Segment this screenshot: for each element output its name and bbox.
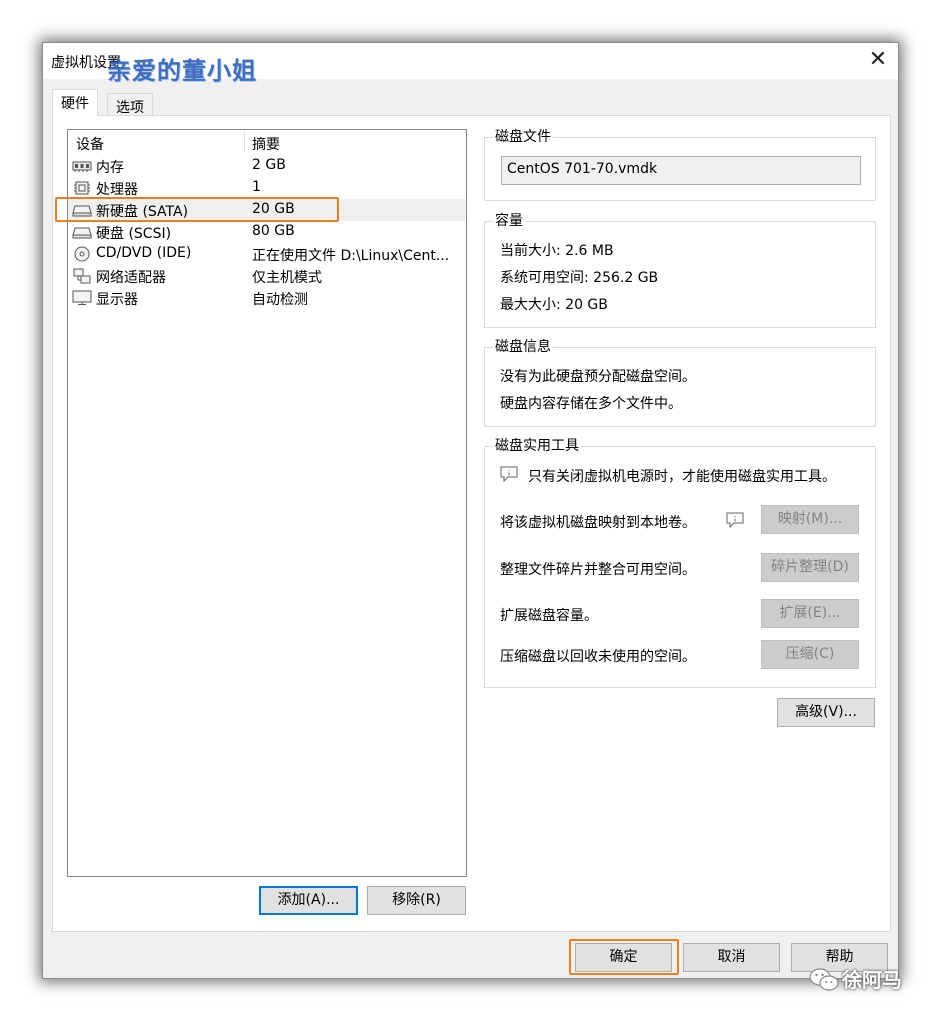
- current-size-text: 当前大小: 2.6 MB: [500, 243, 614, 259]
- map-button[interactable]: 映射(M)...: [761, 505, 859, 534]
- disk-info-line-2: 硬盘内容存储在多个文件中。: [500, 396, 682, 412]
- cancel-button[interactable]: 取消: [683, 943, 780, 972]
- advanced-button[interactable]: 高级(V)...: [777, 698, 875, 727]
- system-available-space-text: 系统可用空间: 256.2 GB: [500, 270, 659, 286]
- disk-info-group-title: 磁盘信息: [493, 339, 553, 355]
- compact-text: 压缩磁盘以回收未使用的空间。: [500, 649, 696, 665]
- close-icon[interactable]: ✕: [866, 49, 890, 73]
- vm-settings-dialog: 虚拟机设置 亲爱的董小姐 ✕ 硬件 选项 设备 摘要 内存 2 GB 处理器 1…: [42, 42, 899, 979]
- capacity-group: 容量 当前大小: 2.6 MB 系统可用空间: 256.2 GB 最大大小: 2…: [484, 213, 876, 328]
- disk-file-group: 磁盘文件 CentOS 701-70.vmdk: [484, 129, 876, 201]
- wechat-icon: [809, 968, 839, 991]
- wechat-account-label: 徐阿马: [842, 968, 902, 992]
- expand-text: 扩展磁盘容量。: [500, 608, 598, 624]
- cd-dvd-icon: [74, 246, 90, 262]
- disk-info-line-1: 没有为此硬盘预分配磁盘空间。: [500, 369, 696, 385]
- ok-button-highlight: [569, 939, 679, 975]
- device-name: 处理器: [96, 182, 138, 198]
- title-bar: 虚拟机设置 亲爱的董小姐 ✕: [43, 43, 898, 85]
- processor-icon: [74, 181, 90, 195]
- info-icon: [726, 512, 744, 528]
- device-name: 硬盘 (SCSI): [96, 226, 172, 242]
- max-size-text: 最大大小: 20 GB: [500, 297, 608, 313]
- device-summary: 1: [252, 179, 261, 195]
- device-summary: 仅主机模式: [252, 270, 322, 286]
- device-summary: 80 GB: [252, 223, 295, 239]
- disk-file-field[interactable]: CentOS 701-70.vmdk: [501, 156, 861, 185]
- disk-info-group: 磁盘信息 没有为此硬盘预分配磁盘空间。 硬盘内容存储在多个文件中。: [484, 339, 876, 427]
- expand-button[interactable]: 扩展(E)...: [761, 599, 859, 628]
- disk-utilities-group-title: 磁盘实用工具: [493, 438, 581, 454]
- device-summary: 2 GB: [252, 157, 286, 173]
- device-row-display[interactable]: 显示器 自动检测: [68, 287, 466, 309]
- memory-icon: [72, 161, 92, 172]
- device-list-header: 设备 摘要: [68, 130, 466, 154]
- column-separator[interactable]: [244, 130, 245, 152]
- column-header-device[interactable]: 设备: [76, 134, 104, 154]
- capacity-group-title: 容量: [493, 213, 525, 229]
- network-adapter-icon: [73, 268, 91, 284]
- title-watermark: 亲爱的董小姐: [107, 57, 257, 85]
- hard-disk-icon: [72, 227, 92, 239]
- remove-device-button[interactable]: 移除(R): [367, 886, 466, 915]
- defragment-text: 整理文件碎片并整合可用空间。: [500, 562, 696, 578]
- device-row-network-adapter[interactable]: 网络适配器 仅主机模式: [68, 265, 466, 287]
- defragment-button[interactable]: 碎片整理(D): [761, 553, 859, 582]
- column-header-summary[interactable]: 摘要: [252, 134, 280, 154]
- device-row-processor[interactable]: 处理器 1: [68, 177, 466, 199]
- device-row-hard-disk-scsi[interactable]: 硬盘 (SCSI) 80 GB: [68, 221, 466, 243]
- power-off-notice: 只有关闭虚拟机电源时，才能使用磁盘实用工具。: [528, 469, 836, 485]
- map-disk-text: 将该虚拟机磁盘映射到本地卷。: [500, 515, 696, 531]
- device-name: 网络适配器: [96, 270, 166, 286]
- disk-utilities-group: 磁盘实用工具 只有关闭虚拟机电源时，才能使用磁盘实用工具。 将该虚拟机磁盘映射到…: [484, 438, 876, 688]
- device-name: 显示器: [96, 292, 138, 308]
- device-row-memory[interactable]: 内存 2 GB: [68, 155, 466, 177]
- add-device-button[interactable]: 添加(A)...: [259, 886, 358, 915]
- tab-options[interactable]: 选项: [107, 93, 153, 117]
- device-name: 内存: [96, 160, 124, 176]
- device-list[interactable]: 设备 摘要 内存 2 GB 处理器 1 新硬盘 (SATA) 20 GB 硬盘 …: [67, 129, 467, 877]
- disk-file-group-title: 磁盘文件: [493, 129, 553, 145]
- tab-hardware[interactable]: 硬件: [52, 89, 98, 116]
- selected-device-highlight: [55, 197, 339, 222]
- device-summary: 正在使用文件 D:\Linux\Cent...: [252, 248, 450, 264]
- device-row-cd-dvd[interactable]: CD/DVD (IDE) 正在使用文件 D:\Linux\Cent...: [68, 243, 466, 265]
- device-name: CD/DVD (IDE): [96, 245, 192, 261]
- info-icon: [500, 466, 518, 482]
- display-icon: [72, 290, 92, 305]
- device-summary: 自动检测: [252, 292, 308, 308]
- compact-button[interactable]: 压缩(C): [761, 640, 859, 669]
